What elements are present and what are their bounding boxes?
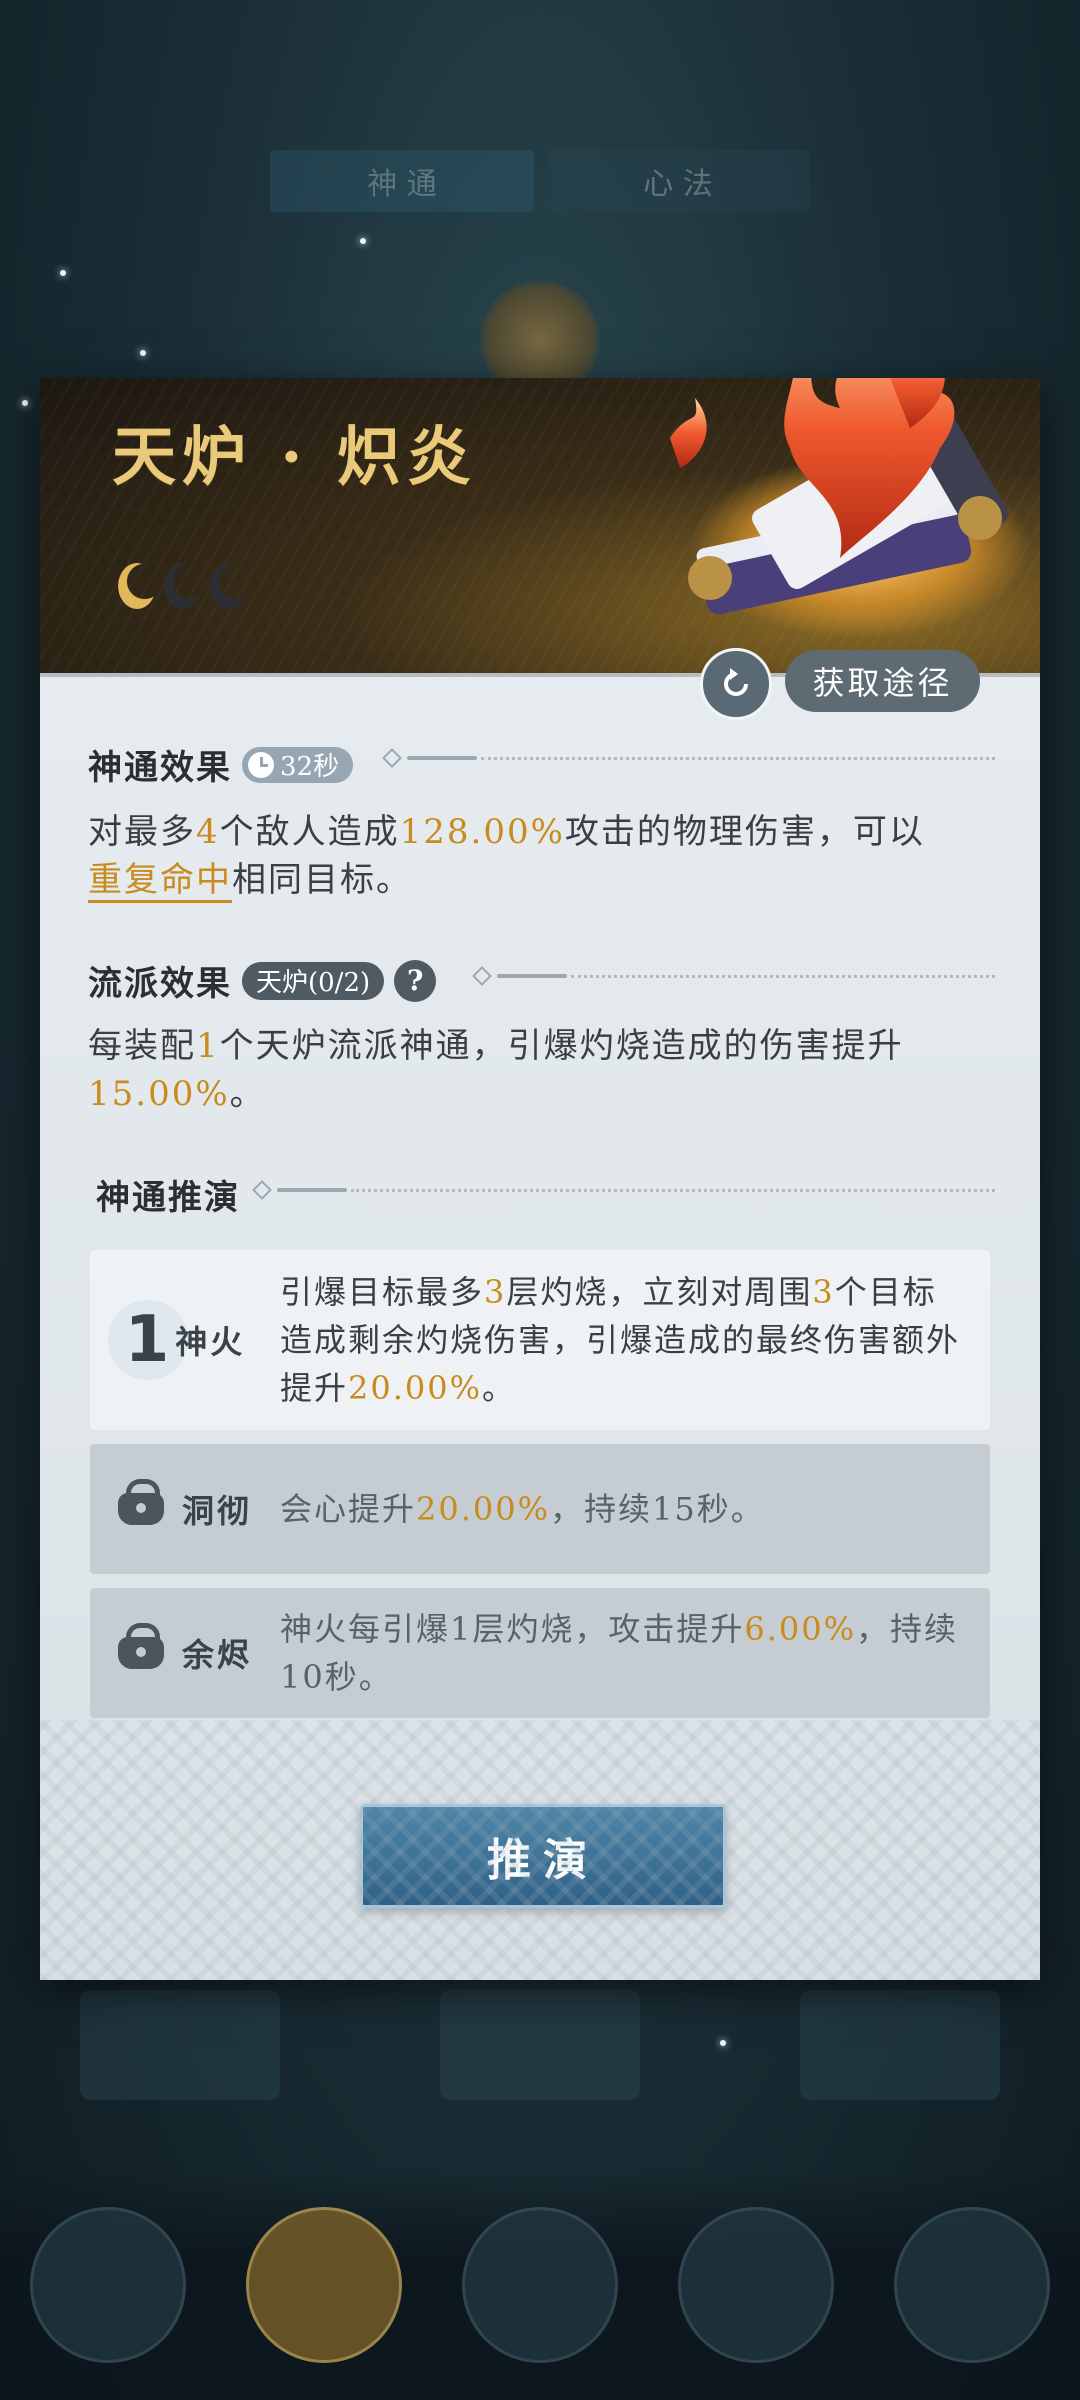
- refresh-icon: [724, 668, 748, 696]
- background-slot-row: [0, 1990, 1080, 2130]
- section-divider: [382, 748, 995, 768]
- repeat-hit-keyword-link[interactable]: 重复命中: [88, 860, 232, 903]
- cooldown-value: 32秒: [280, 752, 340, 782]
- skill-detail-card: 天炉 · 炽炎 获取途径 神通效果 32秒 对最多4个敌人造成128.00%攻击…: [40, 378, 1040, 1980]
- school-title: 流派效果: [88, 964, 232, 1004]
- deduce-title: 神通推演: [96, 1178, 240, 1218]
- background-tab-right: 心 法: [546, 150, 810, 212]
- tier-number: 1: [124, 1303, 170, 1377]
- star-decoration: [360, 238, 366, 244]
- star-decoration: [140, 350, 146, 356]
- background-slot: [80, 1990, 280, 2100]
- nav-item: [678, 2207, 834, 2363]
- deduce-button[interactable]: 推演: [360, 1804, 726, 1908]
- help-button[interactable]: ?: [394, 959, 437, 1002]
- deduce-section-header: 神通推演: [96, 1170, 240, 1219]
- nav-item: [30, 2207, 186, 2363]
- effect-section-header: 神通效果 32秒: [88, 740, 354, 789]
- deduce-tier-3[interactable]: 余烬 神火每引爆1层灼烧，攻击提升6.00%，持续10秒。: [90, 1588, 990, 1718]
- tier-name: 洞彻: [181, 1492, 252, 1530]
- tier-label: 洞彻: [90, 1444, 280, 1574]
- deduce-tier-2[interactable]: 洞彻 会心提升20.00%，持续15秒。: [90, 1444, 990, 1574]
- tier-description: 会心提升20.00%，持续15秒。: [280, 1490, 765, 1528]
- tier-name: 神火: [175, 1323, 246, 1361]
- cooldown-badge: 32秒: [242, 746, 354, 783]
- rank-indicator: [118, 563, 248, 609]
- refresh-button[interactable]: [700, 648, 772, 720]
- rank-mark-empty-icon: [210, 563, 248, 609]
- effect-description: 对最多4个敌人造成128.00%攻击的物理伤害，可以 重复命中相同目标。: [88, 808, 998, 904]
- tier-label: 1 神火: [90, 1250, 280, 1430]
- background-tab-left: 神 通: [270, 150, 534, 212]
- section-divider: [472, 966, 995, 986]
- rank-mark-filled-icon: [118, 563, 156, 609]
- nav-item: [462, 2207, 618, 2363]
- star-decoration: [22, 400, 28, 406]
- background-tabs: 神 通 心 法: [270, 150, 810, 212]
- star-decoration: [60, 270, 66, 276]
- section-divider: [252, 1180, 995, 1200]
- school-section-header: 流派效果 天炉(0/2) ?: [88, 956, 437, 1005]
- rank-mark-empty-icon: [164, 563, 202, 609]
- bottom-nav: [0, 2170, 1080, 2400]
- tier-description: 神火每引爆1层灼烧，攻击提升6.00%，持续10秒。: [280, 1610, 959, 1696]
- tier-description: 引爆目标最多3层灼烧，立刻对周围3个目标造成剩余灼烧伤害，引爆造成的最终伤害额外…: [280, 1273, 961, 1407]
- background-slot: [800, 1990, 1000, 2100]
- skill-title: 天炉 · 炽炎: [112, 420, 477, 495]
- tier-name: 余烬: [181, 1636, 252, 1674]
- background-slot: [440, 1990, 640, 2100]
- clock-icon: [248, 751, 274, 778]
- lock-icon: [117, 1479, 164, 1525]
- school-description: 每装配1个天炉流派神通，引爆灼烧造成的伤害提升15.00%。: [88, 1026, 904, 1114]
- skill-scroll-icon: [670, 378, 1030, 638]
- effect-title: 神通效果: [88, 748, 232, 788]
- school-badge: 天炉(0/2): [242, 961, 385, 1000]
- lock-icon: [117, 1623, 164, 1669]
- nav-item-active: [246, 2207, 402, 2363]
- acquire-source-button[interactable]: 获取途径: [785, 650, 980, 712]
- nav-item: [894, 2207, 1050, 2363]
- deduce-tier-1[interactable]: 1 神火 引爆目标最多3层灼烧，立刻对周围3个目标造成剩余灼烧伤害，引爆造成的最…: [90, 1250, 990, 1430]
- tier-label: 余烬: [90, 1588, 280, 1718]
